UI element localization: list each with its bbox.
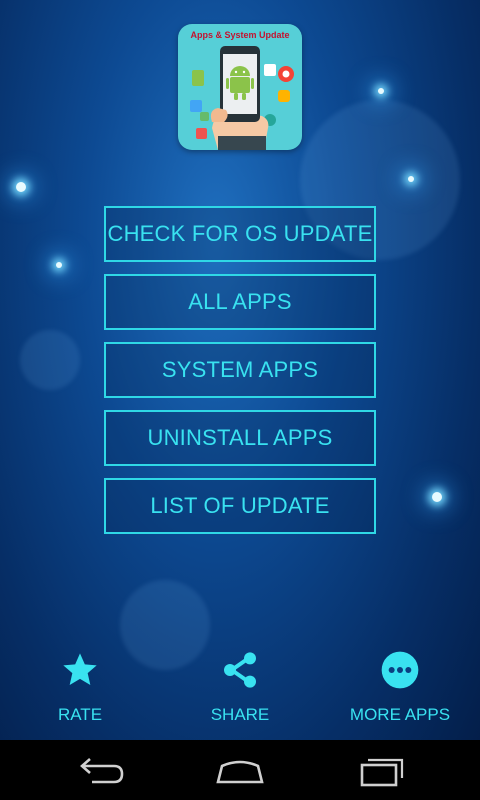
uninstall-apps-button[interactable]: UNINSTALL APPS bbox=[104, 410, 376, 466]
check-os-update-button[interactable]: CHECK FOR OS UPDATE bbox=[104, 206, 376, 262]
android-phone-update-icon bbox=[190, 46, 294, 150]
background-sparkle bbox=[16, 182, 26, 192]
share-button[interactable]: SHARE bbox=[160, 650, 320, 725]
star-icon bbox=[63, 653, 97, 685]
more-apps-button[interactable]: MORE APPS bbox=[320, 650, 480, 725]
app-logo: Apps & System Update bbox=[178, 24, 302, 150]
rate-button[interactable]: RATE bbox=[0, 650, 160, 725]
share-icon bbox=[224, 652, 256, 688]
back-button[interactable] bbox=[70, 754, 130, 788]
list-of-update-button[interactable]: LIST OF UPDATE bbox=[104, 478, 376, 534]
system-apps-button[interactable]: SYSTEM APPS bbox=[104, 342, 376, 398]
home-icon bbox=[216, 760, 264, 784]
recents-button[interactable] bbox=[350, 754, 410, 788]
back-icon bbox=[80, 758, 124, 784]
recents-icon bbox=[360, 758, 404, 787]
system-navigation-bar bbox=[0, 740, 480, 800]
background-sparkle bbox=[408, 176, 414, 182]
home-button[interactable] bbox=[210, 754, 270, 788]
more-dots-icon bbox=[381, 651, 419, 689]
rate-label: RATE bbox=[57, 705, 103, 724]
more-apps-label: MORE APPS bbox=[349, 705, 451, 724]
background-sparkle bbox=[432, 492, 442, 502]
all-apps-button[interactable]: ALL APPS bbox=[104, 274, 376, 330]
app-screen: Apps & System Update CHECK FOR OS UPDATE… bbox=[0, 0, 480, 800]
background-sparkle bbox=[378, 88, 384, 94]
background-haze bbox=[20, 330, 80, 390]
background-sparkle bbox=[56, 262, 62, 268]
share-label: SHARE bbox=[210, 705, 270, 724]
